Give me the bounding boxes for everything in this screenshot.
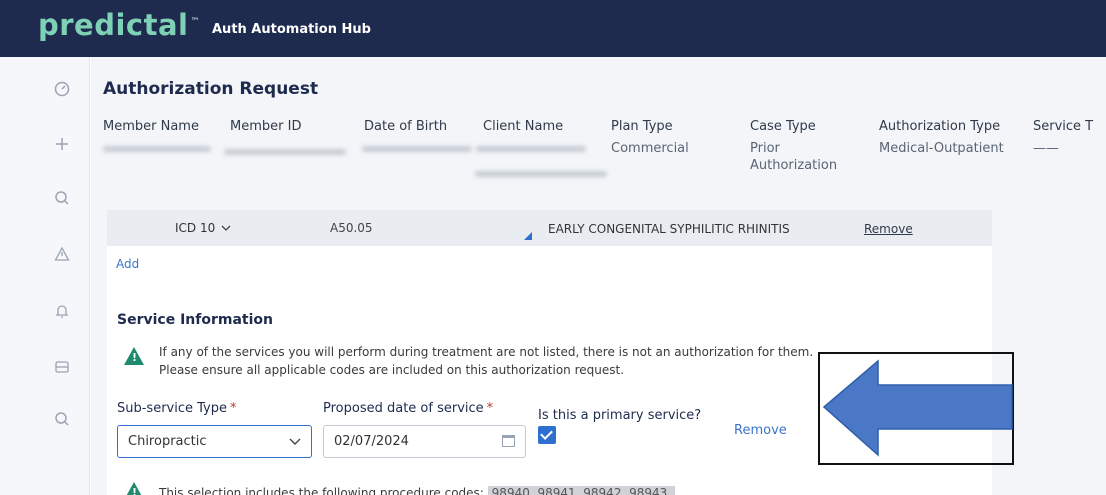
info-warning-icon [124,482,144,495]
warning-text-line2: Please ensure all applicable codes are i… [159,363,625,377]
member-id-label: Member ID [230,119,302,134]
remove-service-link[interactable]: Remove [734,423,787,438]
primary-service-label: Is this a primary service? [538,408,702,423]
top-bar: predictal ™ Auth Automation Hub [0,0,1106,57]
icd-code-value: A50.05 [330,221,373,235]
icd-description: EARLY CONGENITAL SYPHILITIC RHINITIS [548,222,790,236]
case-type-value: Prior Authorization [750,141,838,173]
autocomplete-corner-icon [524,232,532,240]
icd-type-value: ICD 10 [175,221,216,235]
app-title: Auth Automation Hub [212,22,371,37]
alert-icon[interactable] [52,244,72,264]
bell-icon[interactable] [52,301,72,321]
warning-text-line1: If any of the services you will perform … [159,345,814,359]
dob-redacted [362,146,472,152]
icd-code-input[interactable]: A50.05 [330,216,532,240]
inbox-icon[interactable] [52,357,72,377]
procedure-codes-list: 98940, 98941, 98942, 98943, [487,486,676,495]
predictal-logo[interactable]: predictal ™ [38,8,200,42]
plus-icon[interactable] [52,134,72,154]
subservice-type-select[interactable]: Chiropractic [117,425,312,458]
service-type-value: —— [1033,141,1059,156]
dob-label: Date of Birth [364,119,448,134]
plan-type-value: Commercial [611,141,689,156]
service-type-label: Service T [1033,119,1094,134]
search-icon[interactable] [52,188,72,208]
client-name-redacted-2 [475,171,607,177]
proposed-date-value: 02/07/2024 [334,434,409,449]
icd-type-select[interactable]: ICD 10 [175,216,249,240]
warning-icon [124,347,144,365]
subservice-type-value: Chiropractic [128,434,207,449]
add-diagnosis-link[interactable]: Add [116,257,139,271]
annotation-arrow-icon [822,359,1013,457]
case-type-label: Case Type [750,119,816,134]
authorization-header: Authorization Request Member Name Member… [91,57,1106,194]
member-name-redacted [103,146,211,152]
authorization-type-value: Medical-Outpatient [879,141,1004,156]
service-information-title: Service Information [117,312,273,328]
search-icon-2[interactable] [52,409,72,429]
diagnosis-row: ICD 10 A50.05 EARLY CONGENITAL SYPHILITI… [107,210,992,246]
subservice-type-label: Sub-service Type * [117,401,237,416]
client-name-redacted [476,146,586,152]
procedure-codes-text: This selection includes the following pr… [159,486,676,495]
proposed-date-input[interactable]: 02/07/2024 [323,425,526,458]
chevron-down-icon [221,225,231,231]
procedure-codes-intro: This selection includes the following pr… [159,486,484,495]
member-name-label: Member Name [103,119,199,134]
client-name-label: Client Name [483,119,564,134]
chevron-down-icon [289,438,301,445]
plan-type-label: Plan Type [611,119,673,134]
left-nav-rail [0,57,90,495]
authorization-type-label: Authorization Type [879,119,1001,134]
dashboard-icon[interactable] [52,79,72,99]
primary-service-checkbox[interactable] [538,426,556,444]
member-id-redacted [224,149,346,155]
calendar-icon[interactable] [502,435,515,447]
proposed-date-label: Proposed date of service * [323,401,494,416]
remove-diagnosis-link[interactable]: Remove [864,222,913,236]
page-title: Authorization Request [103,79,319,99]
